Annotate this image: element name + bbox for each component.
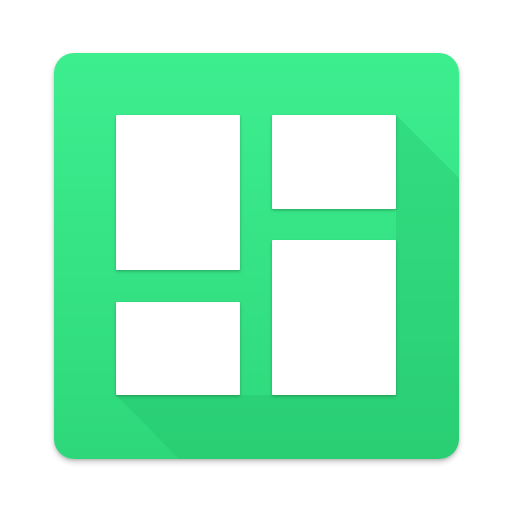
app-icon[interactable]: [54, 53, 459, 459]
tile-bottom-right: [272, 240, 396, 395]
long-shadow: [116, 115, 459, 459]
tile-top-right: [272, 115, 396, 209]
tile-bottom-left: [116, 302, 240, 395]
icon-canvas: [0, 0, 512, 512]
tile-top-left: [116, 115, 240, 270]
